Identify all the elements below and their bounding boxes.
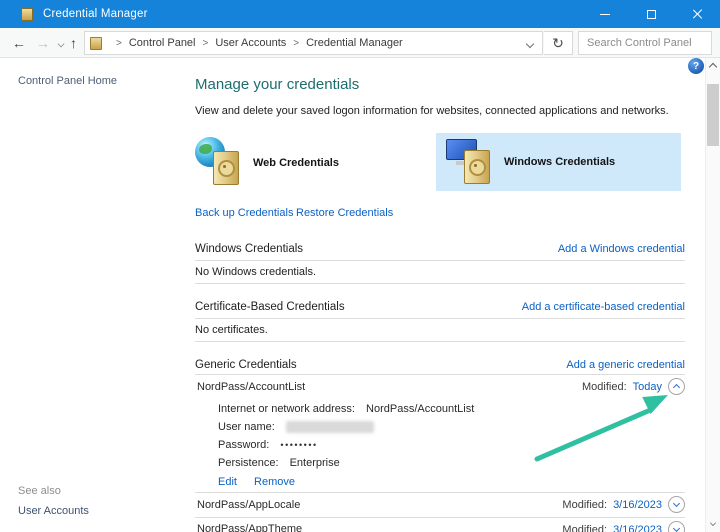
section-title-windows-credentials: Windows Credentials bbox=[195, 243, 303, 255]
web-credentials-icon bbox=[195, 137, 247, 189]
windows-credentials-icon bbox=[446, 136, 498, 188]
windows-credentials-tile[interactable]: Windows Credentials bbox=[436, 133, 681, 191]
credential-row-name[interactable]: NordPass/AppTheme bbox=[197, 523, 302, 532]
detail-username-row: User name: bbox=[218, 421, 374, 433]
vertical-scrollbar[interactable] bbox=[705, 58, 720, 532]
expand-button[interactable] bbox=[668, 496, 685, 513]
expand-button[interactable] bbox=[668, 521, 685, 532]
window-controls bbox=[582, 0, 720, 28]
help-button[interactable]: ? bbox=[688, 58, 704, 74]
add-windows-credential-link[interactable]: Add a Windows credential bbox=[558, 243, 685, 255]
persistence-label: Persistence: bbox=[218, 457, 279, 469]
scrollbar-thumb[interactable] bbox=[707, 84, 719, 146]
search-input[interactable] bbox=[579, 37, 720, 49]
detail-actions: Edit Remove bbox=[218, 476, 295, 488]
chevron-down-icon bbox=[673, 500, 680, 507]
divider bbox=[195, 517, 685, 518]
breadcrumb-credential-manager[interactable]: Credential Manager bbox=[306, 37, 403, 49]
up-button[interactable]: ↑ bbox=[70, 33, 77, 53]
modified-label: Modified: bbox=[562, 499, 607, 511]
password-masked-value: •••••••• bbox=[280, 440, 317, 450]
navigation-bar: ← → ↑ > Control Panel > User Accounts > … bbox=[0, 28, 720, 58]
credential-row-modified: Modified: 3/16/2023 bbox=[562, 496, 685, 513]
section-title-generic-credentials: Generic Credentials bbox=[195, 359, 297, 371]
divider bbox=[195, 374, 685, 375]
maximize-button[interactable] bbox=[628, 0, 674, 28]
chevron-up-icon bbox=[673, 384, 680, 391]
recent-pages-chevron-icon[interactable] bbox=[58, 41, 65, 48]
add-generic-credential-link[interactable]: Add a generic credential bbox=[566, 359, 685, 371]
modified-label: Modified: bbox=[562, 524, 607, 532]
sidebar-item-user-accounts[interactable]: User Accounts bbox=[18, 505, 89, 517]
password-label: Password: bbox=[218, 439, 269, 451]
search-box bbox=[578, 31, 712, 55]
breadcrumb-separator: > bbox=[203, 38, 209, 49]
windows-credentials-label: Windows Credentials bbox=[504, 156, 615, 168]
back-button[interactable]: ← bbox=[12, 33, 26, 53]
modified-value: 3/16/2023 bbox=[613, 499, 662, 511]
divider bbox=[195, 492, 685, 493]
maximize-icon bbox=[647, 10, 656, 19]
modified-value: Today bbox=[633, 381, 662, 393]
breadcrumb-control-panel[interactable]: Control Panel bbox=[129, 37, 196, 49]
see-also-label: See also bbox=[18, 485, 61, 497]
credential-manager-window: Credential Manager ← → ↑ > Control Panel… bbox=[0, 0, 720, 532]
remove-link[interactable]: Remove bbox=[254, 476, 295, 488]
breadcrumb-user-accounts[interactable]: User Accounts bbox=[215, 37, 286, 49]
window-title: Credential Manager bbox=[43, 8, 148, 20]
detail-address-row: Internet or network address: NordPass/Ac… bbox=[218, 403, 474, 415]
divider bbox=[195, 341, 685, 342]
credential-row-name[interactable]: NordPass/AccountList bbox=[197, 381, 305, 393]
backup-credentials-link[interactable]: Back up Credentials bbox=[195, 207, 293, 219]
web-credentials-tile[interactable]: Web Credentials bbox=[195, 134, 425, 192]
add-certificate-credential-link[interactable]: Add a certificate-based credential bbox=[522, 301, 685, 313]
restore-credentials-link[interactable]: Restore Credentials bbox=[296, 207, 393, 219]
username-redacted-value bbox=[286, 421, 374, 433]
page-description: View and delete your saved logon informa… bbox=[195, 105, 669, 117]
annotation-arrow bbox=[510, 385, 680, 465]
credential-row-modified: Modified: 3/16/2023 bbox=[562, 521, 685, 532]
refresh-button[interactable]: ↻ bbox=[544, 31, 573, 55]
breadcrumb-separator: > bbox=[116, 38, 122, 49]
modified-value: 3/16/2023 bbox=[613, 524, 662, 532]
scroll-up-icon[interactable] bbox=[709, 63, 717, 71]
breadcrumb-separator: > bbox=[293, 38, 299, 49]
persistence-value: Enterprise bbox=[290, 457, 340, 469]
address-label: Internet or network address: bbox=[218, 403, 355, 415]
scroll-down-icon[interactable] bbox=[710, 520, 716, 526]
address-value: NordPass/AccountList bbox=[366, 403, 474, 415]
safe-icon bbox=[464, 150, 490, 184]
chevron-down-icon bbox=[673, 525, 680, 532]
no-certificates-text: No certificates. bbox=[195, 324, 268, 336]
titlebar: Credential Manager bbox=[0, 0, 720, 28]
credential-row-name[interactable]: NordPass/AppLocale bbox=[197, 499, 300, 511]
divider bbox=[195, 318, 685, 319]
credential-manager-icon bbox=[90, 37, 102, 50]
modified-label: Modified: bbox=[582, 381, 627, 393]
no-windows-credentials-text: No Windows credentials. bbox=[195, 266, 316, 278]
forward-button[interactable]: → bbox=[36, 33, 50, 53]
sidebar-item-control-panel-home[interactable]: Control Panel Home bbox=[18, 75, 117, 87]
minimize-icon bbox=[600, 14, 610, 15]
minimize-button[interactable] bbox=[582, 0, 628, 28]
close-icon bbox=[692, 9, 702, 19]
page-title: Manage your credentials bbox=[195, 76, 359, 93]
detail-persistence-row: Persistence: Enterprise bbox=[218, 457, 340, 469]
app-icon bbox=[21, 8, 33, 21]
credential-row-modified: Modified: Today bbox=[582, 378, 685, 395]
detail-password-row: Password: •••••••• bbox=[218, 439, 318, 451]
edit-link[interactable]: Edit bbox=[218, 476, 237, 488]
address-dropdown-chevron-icon[interactable] bbox=[526, 40, 534, 48]
collapse-button[interactable] bbox=[668, 378, 685, 395]
close-button[interactable] bbox=[674, 0, 720, 28]
address-bar[interactable]: > Control Panel > User Accounts > Creden… bbox=[84, 31, 543, 55]
divider bbox=[195, 283, 685, 284]
safe-icon bbox=[213, 151, 239, 185]
section-title-certificate-credentials: Certificate-Based Credentials bbox=[195, 301, 345, 313]
web-credentials-label: Web Credentials bbox=[253, 157, 339, 169]
username-label: User name: bbox=[218, 421, 275, 433]
divider bbox=[195, 260, 685, 261]
